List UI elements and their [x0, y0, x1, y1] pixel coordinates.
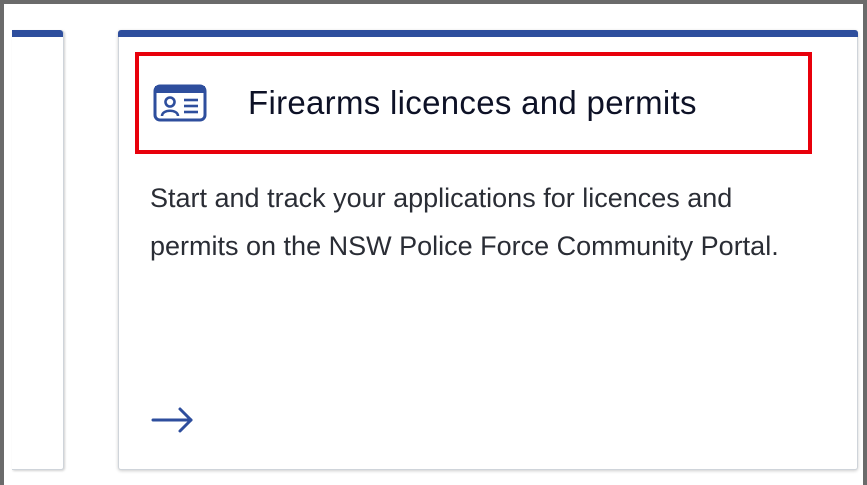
card-header-highlighted[interactable]: Firearms licences and permits: [135, 52, 812, 154]
card-accent-bar: [118, 30, 858, 37]
card-accent-bar: [12, 30, 63, 37]
firearms-licences-card[interactable]: Firearms licences and permits Start and …: [118, 30, 858, 470]
card-description: Start and track your applications for li…: [150, 183, 779, 261]
adjacent-card[interactable]: [12, 30, 64, 470]
id-card-icon: [152, 83, 208, 123]
arrow-right-icon[interactable]: [149, 402, 197, 438]
card-title[interactable]: Firearms licences and permits: [248, 84, 697, 122]
